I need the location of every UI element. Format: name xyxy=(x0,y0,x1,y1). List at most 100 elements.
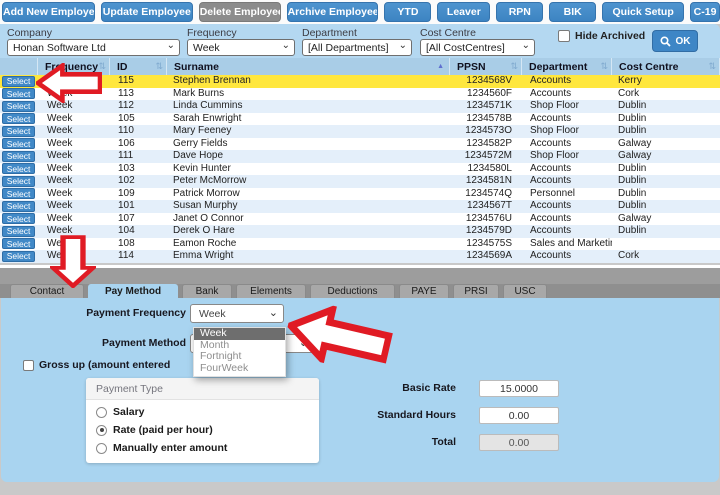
tab-elements[interactable]: Elements xyxy=(236,284,306,298)
dropdown-option-week[interactable]: Week xyxy=(194,328,285,340)
table-row[interactable]: Select Week 106 Gerry Fields 1234582P Ac… xyxy=(0,138,720,151)
column-header-cost-centre[interactable]: Cost Centre⇅ xyxy=(612,58,720,75)
table-row[interactable]: Select Week 115 Stephen Brennan 1234568V… xyxy=(0,75,720,88)
table-row[interactable]: Select Week 105 Sarah Enwright 1234578B … xyxy=(0,113,720,126)
row-select-button[interactable]: Select xyxy=(2,176,35,187)
hide-archived-checkbox[interactable] xyxy=(558,30,570,42)
toolbar-button-archive-employee[interactable]: Archive Employee xyxy=(287,2,379,22)
cell-department: Accounts xyxy=(522,163,612,176)
row-select-button[interactable]: Select xyxy=(2,251,35,262)
cell-ppsn: 1234560F xyxy=(450,88,522,101)
tab-prsi[interactable]: PRSI xyxy=(453,284,499,298)
frequency-select[interactable]: Week xyxy=(187,39,295,56)
tab-deductions[interactable]: Deductions xyxy=(310,284,395,298)
payment-frequency-label: Payment Frequency xyxy=(41,307,186,319)
row-select-button[interactable]: Select xyxy=(2,138,35,149)
row-select-button[interactable]: Select xyxy=(2,126,35,137)
payment-frequency-select[interactable]: Week xyxy=(190,304,284,323)
table-row[interactable]: Select Week 111 Dave Hope 1234572M Shop … xyxy=(0,150,720,163)
toolbar-button-add-new-employee[interactable]: Add New Employee xyxy=(2,2,95,22)
table-row[interactable]: Select Week 104 Derek O Hare 1234579D Ac… xyxy=(0,225,720,238)
radio-icon[interactable] xyxy=(96,443,107,454)
toolbar-button-rpn[interactable]: RPN xyxy=(496,2,543,22)
tab-usc[interactable]: USC xyxy=(503,284,547,298)
cell-id: 101 xyxy=(110,200,167,213)
payment-type-option-rate-paid-per-hour-[interactable]: Rate (paid per hour) xyxy=(96,424,319,436)
table-row[interactable]: Select Week 109 Patrick Morrow 1234574Q … xyxy=(0,188,720,201)
dropdown-option-fourweek[interactable]: FourWeek xyxy=(194,363,285,375)
table-row[interactable]: Select Week 101 Susan Murphy 1234567T Ac… xyxy=(0,200,720,213)
cell-cost-centre: Cork xyxy=(612,88,720,101)
table-row[interactable]: Select Week 103 Kevin Hunter 1234580L Ac… xyxy=(0,163,720,176)
search-ok-button[interactable]: OK xyxy=(652,30,698,52)
radio-icon[interactable] xyxy=(96,407,107,418)
cell-frequency: Week xyxy=(38,238,110,251)
cell-id: 103 xyxy=(110,163,167,176)
row-select-button[interactable]: Select xyxy=(2,163,35,174)
cell-cost-centre: Galway xyxy=(612,213,720,226)
row-select-button[interactable]: Select xyxy=(2,213,35,224)
row-select-button[interactable]: Select xyxy=(2,88,35,99)
payment-type-box: Payment Type Salary Rate (paid per hour) M… xyxy=(86,378,319,463)
column-header-ppsn[interactable]: PPSN⇅ xyxy=(450,58,522,75)
cell-department: Shop Floor xyxy=(522,150,612,163)
tab-paye[interactable]: PAYE xyxy=(399,284,449,298)
row-select-button[interactable]: Select xyxy=(2,188,35,199)
gross-up-checkbox[interactable] xyxy=(23,360,34,371)
table-row[interactable]: Select Week 110 Mary Feeney 1234573O Sho… xyxy=(0,125,720,138)
radio-icon[interactable] xyxy=(96,425,107,436)
cell-surname: Peter McMorrow xyxy=(167,175,450,188)
row-select-button[interactable]: Select xyxy=(2,76,35,87)
cell-id: 111 xyxy=(110,150,167,163)
cell-id: 110 xyxy=(110,125,167,138)
column-header-surname[interactable]: Surname▲ xyxy=(167,58,450,75)
toolbar-button-update-employee[interactable]: Update Employee xyxy=(101,2,193,22)
table-row[interactable]: Select Week 108 Eamon Roche 1234575S Sal… xyxy=(0,238,720,251)
gross-up-label: Gross up (amount entered xyxy=(39,359,170,371)
payroll-app: Add New Employee Update Employee Delete Em… xyxy=(0,0,720,495)
dropdown-option-fortnight[interactable]: Fortnight xyxy=(194,351,285,363)
payment-type-option-salary[interactable]: Salary xyxy=(96,406,319,418)
cell-surname: Stephen Brennan xyxy=(167,75,450,88)
tab-contact[interactable]: Contact xyxy=(10,284,84,298)
company-label: Company xyxy=(7,27,52,39)
column-header-frequency[interactable]: Frequency⇅ xyxy=(38,58,110,75)
toolbar-button-delete-employee[interactable]: Delete Employee xyxy=(199,2,281,22)
standard-hours-input[interactable] xyxy=(479,407,559,424)
toolbar-button-leaver[interactable]: Leaver xyxy=(437,2,490,22)
cell-department: Shop Floor xyxy=(522,100,612,113)
payment-type-option-manually-enter-amount[interactable]: Manually enter amount xyxy=(96,442,319,454)
cell-department: Accounts xyxy=(522,213,612,226)
payment-type-title: Payment Type xyxy=(86,378,319,400)
cost-centre-select[interactable]: [All CostCentres] xyxy=(420,39,535,56)
row-select-button[interactable]: Select xyxy=(2,101,35,112)
toolbar-button-ytd[interactable]: YTD xyxy=(384,2,431,22)
department-label: Department xyxy=(302,27,357,39)
table-row[interactable]: Select Week 102 Peter McMorrow 1234581N … xyxy=(0,175,720,188)
cell-ppsn: 1234574Q xyxy=(450,188,522,201)
cell-department: Accounts xyxy=(522,250,612,263)
column-header-id[interactable]: ID⇅ xyxy=(110,58,167,75)
row-select-button[interactable]: Select xyxy=(2,113,35,124)
cell-id: 104 xyxy=(110,225,167,238)
toolbar-button-c-19[interactable]: C-19 xyxy=(690,2,720,22)
row-select-button[interactable]: Select xyxy=(2,226,35,237)
toolbar-button-quick-setup[interactable]: Quick Setup xyxy=(602,2,684,22)
tab-bank[interactable]: Bank xyxy=(182,284,232,298)
cell-ppsn: 1234573O xyxy=(450,125,522,138)
table-row[interactable]: Select Week 107 Janet O Connor 1234576U … xyxy=(0,213,720,226)
table-row[interactable]: Select Week 112 Linda Cummins 1234571K S… xyxy=(0,100,720,113)
department-select[interactable]: [All Departments] xyxy=(302,39,412,56)
row-select-button[interactable]: Select xyxy=(2,151,35,162)
cell-ppsn: 1234575S xyxy=(450,238,522,251)
tab-pay-method[interactable]: Pay Method xyxy=(88,284,178,298)
column-header-department[interactable]: Department⇅ xyxy=(522,58,612,75)
table-row[interactable]: Select Week 113 Mark Burns 1234560F Acco… xyxy=(0,88,720,101)
table-row[interactable]: Select Week 114 Emma Wright 1234569A Acc… xyxy=(0,250,720,263)
toolbar-button-bik[interactable]: BIK xyxy=(549,2,596,22)
row-select-button[interactable]: Select xyxy=(2,201,35,212)
cell-ppsn: 1234580L xyxy=(450,163,522,176)
basic-rate-input[interactable] xyxy=(479,380,559,397)
row-select-button[interactable]: Select xyxy=(2,238,35,249)
company-select[interactable]: Honan Software Ltd xyxy=(7,39,180,56)
